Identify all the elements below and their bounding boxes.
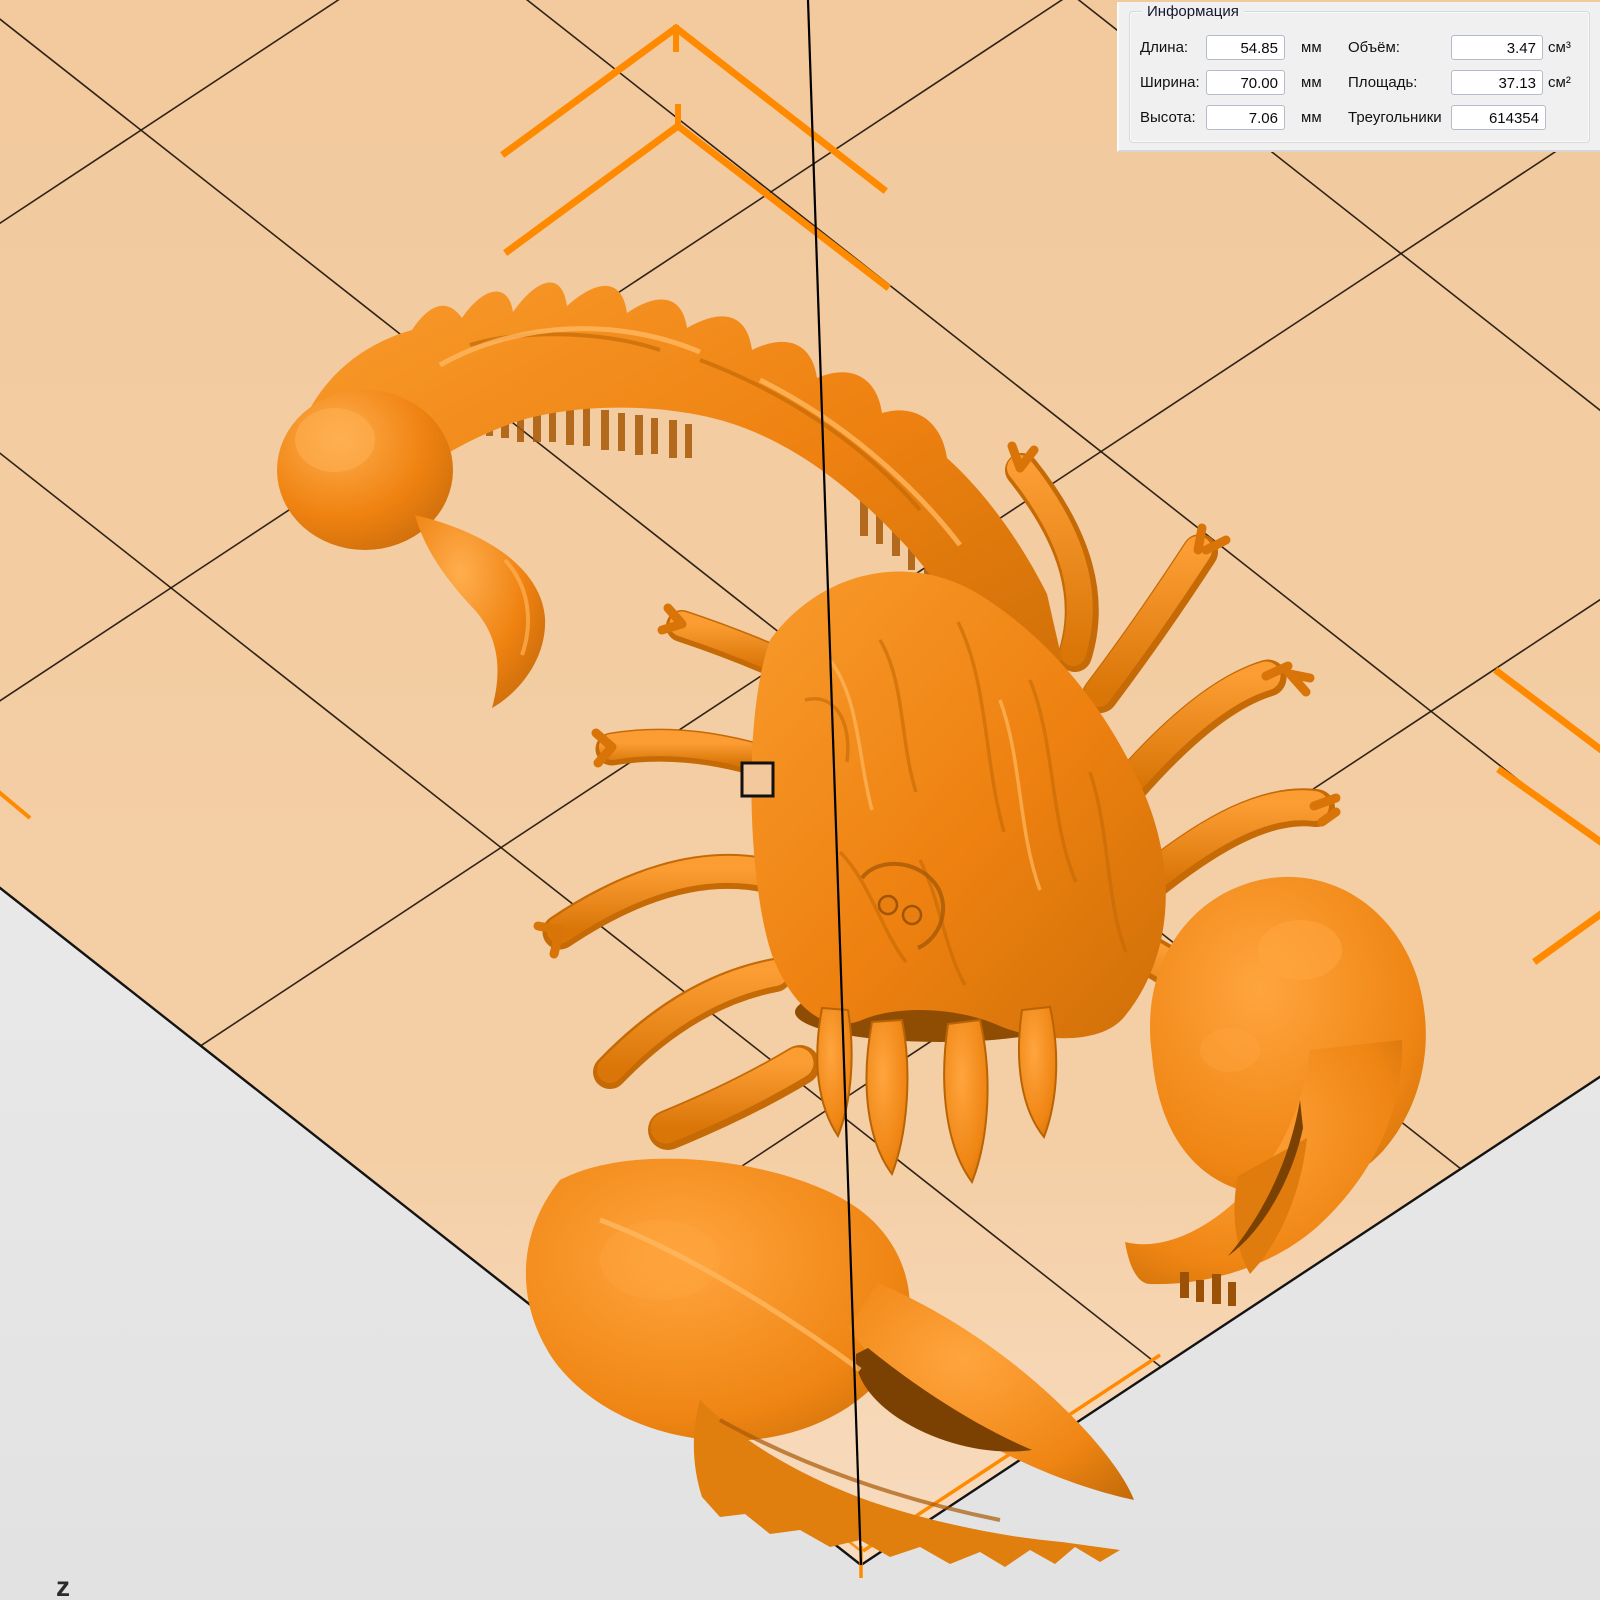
info-group-box: Информация Длина: 54.85 мм Объём: 3.47 с… (1129, 11, 1590, 143)
origin-marker (742, 763, 773, 796)
area-field[interactable]: 37.13 (1451, 70, 1543, 95)
height-unit: мм (1301, 104, 1322, 131)
area-label: Площадь: (1348, 69, 1417, 96)
scene-canvas[interactable]: z x (0, 0, 1600, 1600)
volume-unit: см³ (1548, 34, 1571, 61)
width-label: Ширина: (1140, 69, 1200, 96)
volume-field[interactable]: 3.47 (1451, 35, 1543, 60)
info-panel-title: Информация (1142, 3, 1244, 20)
volume-label: Объём: (1348, 34, 1400, 61)
eye-left (879, 896, 897, 914)
height-field[interactable]: 7.06 (1206, 105, 1285, 130)
triangles-field[interactable]: 614354 (1451, 105, 1546, 130)
length-unit: мм (1301, 34, 1322, 61)
axis-x-label: x (144, 1593, 160, 1600)
height-label: Высота: (1140, 104, 1196, 131)
length-field[interactable]: 54.85 (1206, 35, 1285, 60)
slicer-3d-viewport[interactable]: z x Информация Длина: 54.85 мм Объём: 3.… (0, 0, 1600, 1600)
info-panel: Информация Длина: 54.85 мм Объём: 3.47 с… (1117, 2, 1600, 152)
triangles-label: Треугольники (1348, 104, 1442, 131)
axis-z-label: z (56, 1571, 70, 1600)
area-unit: см² (1548, 69, 1571, 96)
width-field[interactable]: 70.00 (1206, 70, 1285, 95)
length-label: Длина: (1140, 34, 1188, 61)
width-unit: мм (1301, 69, 1322, 96)
eye-right (903, 906, 921, 924)
